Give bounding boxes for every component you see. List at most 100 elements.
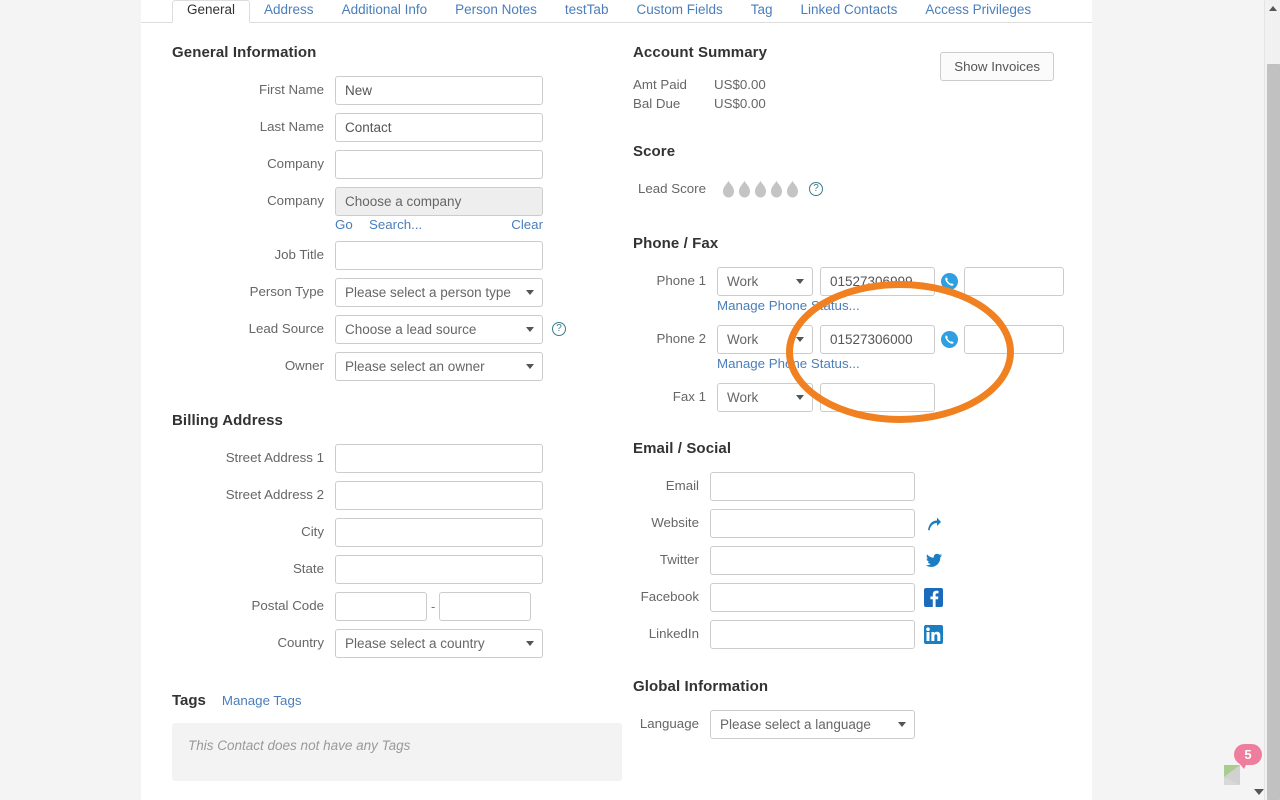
scroll-down-arrow-icon[interactable] (1254, 789, 1264, 795)
phone-2-ext-input[interactable] (964, 325, 1064, 354)
show-invoices-button[interactable]: Show Invoices (940, 52, 1054, 81)
lead-source-help-icon[interactable]: ? (552, 322, 566, 336)
postal-code-input[interactable] (335, 592, 427, 621)
street-address-1-input[interactable] (335, 444, 543, 473)
phone-1-ext-input[interactable] (964, 267, 1064, 296)
phone-2-row: Phone 2 Work (633, 324, 1073, 354)
fax-1-type-select[interactable]: Work (717, 383, 813, 412)
facebook-row: Facebook (633, 582, 1073, 612)
linkedin-input[interactable] (710, 620, 915, 649)
email-input[interactable] (710, 472, 915, 501)
twitter-icon[interactable] (924, 551, 943, 570)
website-row: Website (633, 508, 1073, 538)
language-select[interactable]: Please select a language (710, 710, 915, 739)
lead-source-select[interactable]: Choose a lead source (335, 315, 543, 344)
scrollbar-thumb[interactable] (1267, 64, 1280, 800)
phone-1-manage-status-link[interactable]: Manage Phone Status... (717, 298, 860, 313)
tab-address[interactable]: Address (250, 1, 328, 23)
owner-label: Owner (172, 358, 335, 374)
tab-access-privileges[interactable]: Access Privileges (911, 1, 1045, 23)
tab-custom-fields[interactable]: Custom Fields (622, 1, 736, 23)
phone-2-number-input[interactable] (820, 325, 935, 354)
tab-linked-contacts[interactable]: Linked Contacts (787, 1, 912, 23)
language-row: Language Please select a language (633, 709, 1073, 739)
manage-tags-link[interactable]: Manage Tags (222, 693, 302, 708)
tab-testtab[interactable]: testTab (551, 1, 623, 23)
phone-1-number-input[interactable] (820, 267, 935, 296)
page-scrollbar[interactable] (1264, 0, 1280, 800)
envelope-icon[interactable] (1220, 761, 1254, 789)
lead-score-help-icon[interactable]: ? (809, 182, 823, 196)
email-social-heading: Email / Social (633, 440, 1073, 457)
tab-additional-info[interactable]: Additional Info (328, 1, 442, 23)
street-address-2-label: Street Address 2 (172, 487, 335, 503)
twitter-input[interactable] (710, 546, 915, 575)
street-address-2-input[interactable] (335, 481, 543, 510)
chevron-down-icon (526, 641, 534, 646)
language-label: Language (633, 716, 710, 732)
left-column: General Information First Name Last Name… (172, 44, 592, 781)
contact-detail-sheet: General Address Additional Info Person N… (141, 0, 1092, 800)
owner-select[interactable]: Please select an owner (335, 352, 543, 381)
twitter-row: Twitter (633, 545, 1073, 575)
lead-score-flames (721, 181, 800, 198)
linkedin-icon[interactable] (924, 625, 943, 644)
street-address-1-label: Street Address 1 (172, 450, 335, 466)
amt-paid-value: US$0.00 (714, 75, 766, 94)
company-text-label: Company (172, 156, 335, 172)
facebook-icon[interactable] (924, 588, 943, 607)
tab-general[interactable]: General (172, 0, 250, 23)
country-row: Country Please select a country (172, 628, 592, 658)
company-text-input[interactable] (335, 150, 543, 179)
phone-1-dialer-icon[interactable] (941, 273, 958, 290)
chevron-down-icon (796, 395, 804, 400)
street-address-1-row: Street Address 1 (172, 443, 592, 473)
city-input[interactable] (335, 518, 543, 547)
website-input[interactable] (710, 509, 915, 538)
bal-due-value: US$0.00 (714, 94, 766, 113)
company-picker[interactable]: Choose a company (335, 187, 543, 216)
linkedin-row: LinkedIn (633, 619, 1073, 649)
last-name-input[interactable] (335, 113, 543, 142)
job-title-label: Job Title (172, 247, 335, 263)
first-name-input[interactable] (335, 76, 543, 105)
tags-header: Tags Manage Tags (172, 692, 592, 709)
flame-icon[interactable] (753, 181, 768, 198)
facebook-input[interactable] (710, 583, 915, 612)
website-arrow-icon[interactable] (924, 514, 943, 533)
phone-1-type-value: Work (727, 274, 758, 289)
job-title-input[interactable] (335, 241, 543, 270)
city-row: City (172, 517, 592, 547)
flame-icon[interactable] (785, 181, 800, 198)
postal-code-label: Postal Code (172, 598, 335, 614)
flame-icon[interactable] (721, 181, 736, 198)
email-row: Email (633, 471, 1073, 501)
tab-tag[interactable]: Tag (737, 1, 787, 23)
street-address-2-row: Street Address 2 (172, 480, 592, 510)
company-picker-links: Go Search... Clear (335, 217, 543, 232)
country-select[interactable]: Please select a country (335, 629, 543, 658)
lead-score-row: Lead Score ? (633, 174, 1073, 204)
billing-address-heading: Billing Address (172, 412, 592, 429)
phone-1-type-select[interactable]: Work (717, 267, 813, 296)
company-clear-link[interactable]: Clear (511, 217, 543, 232)
state-row: State (172, 554, 592, 584)
person-type-select[interactable]: Please select a person type (335, 278, 543, 307)
phone-2-dialer-icon[interactable] (941, 331, 958, 348)
tab-person-notes[interactable]: Person Notes (441, 1, 551, 23)
website-label: Website (633, 515, 710, 531)
fax-1-number-input[interactable] (820, 383, 935, 412)
postal-code-ext-input[interactable] (439, 592, 531, 621)
phone-2-manage-status-link[interactable]: Manage Phone Status... (717, 356, 860, 371)
scroll-up-arrow-icon[interactable] (1269, 6, 1277, 11)
general-information-heading: General Information (172, 44, 592, 61)
state-input[interactable] (335, 555, 543, 584)
flame-icon[interactable] (737, 181, 752, 198)
company-go-link[interactable]: Go (335, 217, 369, 232)
flame-icon[interactable] (769, 181, 784, 198)
company-search-link[interactable]: Search... (369, 217, 511, 232)
job-title-row: Job Title (172, 240, 592, 270)
right-column: Account Summary Show Invoices Amt Paid U… (633, 44, 1073, 746)
phone-2-type-select[interactable]: Work (717, 325, 813, 354)
notification-widget[interactable]: 5 (1218, 744, 1264, 788)
